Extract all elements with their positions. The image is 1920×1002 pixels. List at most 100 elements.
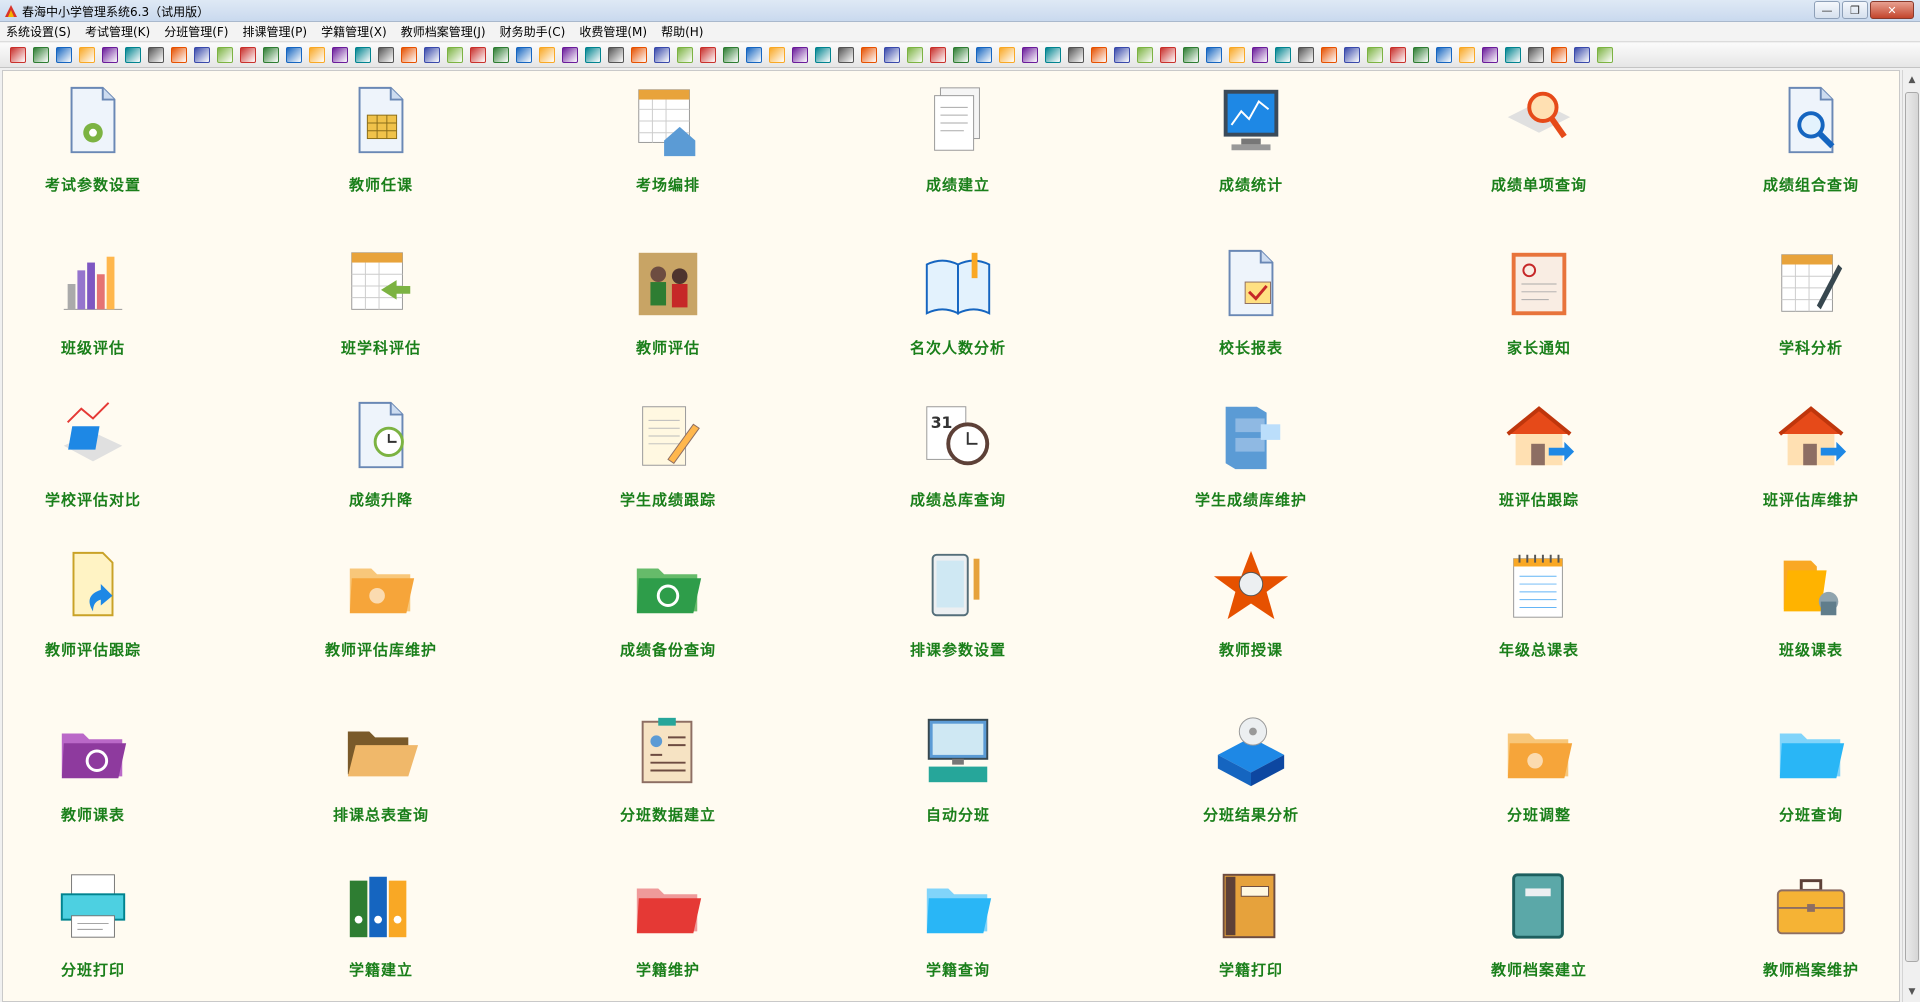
scroll-down-icon[interactable]: ▼ [1905, 984, 1919, 1000]
close-button[interactable]: ✕ [1870, 1, 1914, 19]
scroll-thumb[interactable] [1905, 92, 1919, 962]
toolbar-button-icon[interactable] [562, 47, 578, 63]
tile-red-folder-37[interactable]: 学籍维护 [578, 861, 758, 991]
tile-teachers-photo-9[interactable]: 教师评估 [578, 239, 758, 369]
toolbar-button-icon[interactable] [125, 47, 141, 63]
tile-house-arrow-20[interactable]: 班评估库维护 [1721, 391, 1901, 521]
tile-spiral-notepad-26[interactable]: 年级总课表 [1449, 541, 1629, 671]
menu-help[interactable]: 帮助(H) [661, 23, 703, 40]
menu-teacher-records[interactable]: 教师档案管理(J) [401, 23, 486, 40]
tile-open-book-10[interactable]: 名次人数分析 [868, 239, 1048, 369]
toolbar-button-icon[interactable] [1459, 47, 1475, 63]
toolbar-button-icon[interactable] [631, 47, 647, 63]
tile-printer-35[interactable]: 分班打印 [3, 861, 183, 991]
toolbar-button-icon[interactable] [1114, 47, 1130, 63]
toolbar-button-icon[interactable] [493, 47, 509, 63]
toolbar-button-icon[interactable] [1390, 47, 1406, 63]
tile-tablet-pen-24[interactable]: 排课参数设置 [868, 541, 1048, 671]
toolbar-button-icon[interactable] [585, 47, 601, 63]
tile-cabinet-18[interactable]: 学生成绩库维护 [1161, 391, 1341, 521]
toolbar-button-icon[interactable] [539, 47, 555, 63]
tile-star-portrait-25[interactable]: 教师授课 [1161, 541, 1341, 671]
toolbar-button-icon[interactable] [1091, 47, 1107, 63]
toolbar-button-icon[interactable] [907, 47, 923, 63]
toolbar-button-icon[interactable] [171, 47, 187, 63]
toolbar-button-icon[interactable] [516, 47, 532, 63]
tile-purple-folder-28[interactable]: 教师课表 [3, 706, 183, 836]
toolbar-button-icon[interactable] [286, 47, 302, 63]
toolbar-button-icon[interactable] [355, 47, 371, 63]
tile-magnifier-paper-5[interactable]: 成绩单项查询 [1449, 76, 1629, 206]
toolbar-button-icon[interactable] [56, 47, 72, 63]
vertical-scrollbar[interactable]: ▲ ▼ [1902, 70, 1920, 1002]
tile-calendar-clock-17[interactable]: 31 成绩总库查询 [868, 391, 1048, 521]
toolbar-button-icon[interactable] [102, 47, 118, 63]
menu-fees[interactable]: 收费管理(M) [579, 23, 647, 40]
tile-green-folder-23[interactable]: 成绩备份查询 [578, 541, 758, 671]
tile-open-folder-29[interactable]: 排课总表查询 [291, 706, 471, 836]
tile-computer-31[interactable]: 自动分班 [868, 706, 1048, 836]
toolbar-button-icon[interactable] [700, 47, 716, 63]
toolbar-button-icon[interactable] [723, 47, 739, 63]
toolbar-button-icon[interactable] [33, 47, 49, 63]
tile-document-table-1[interactable]: 教师任课 [291, 76, 471, 206]
tile-toolbox-disc-32[interactable]: 分班结果分析 [1161, 706, 1341, 836]
toolbar-button-icon[interactable] [401, 47, 417, 63]
toolbar-button-icon[interactable] [240, 47, 256, 63]
toolbar-button-icon[interactable] [677, 47, 693, 63]
toolbar-button-icon[interactable] [608, 47, 624, 63]
tile-folder-lock-27[interactable]: 班级课表 [1721, 541, 1901, 671]
toolbar-button-icon[interactable] [1252, 47, 1268, 63]
minimize-button[interactable]: — [1814, 1, 1840, 19]
toolbar-button-icon[interactable] [1137, 47, 1153, 63]
toolbar-button-icon[interactable] [861, 47, 877, 63]
tile-document-stack-3[interactable]: 成绩建立 [868, 76, 1048, 206]
toolbar-button-icon[interactable] [654, 47, 670, 63]
toolbar-button-icon[interactable] [815, 47, 831, 63]
tile-calendar-arrow-8[interactable]: 班学科评估 [291, 239, 471, 369]
toolbar-button-icon[interactable] [1482, 47, 1498, 63]
tile-document-check-11[interactable]: 校长报表 [1161, 239, 1341, 369]
toolbar-button-icon[interactable] [332, 47, 348, 63]
tile-document-clock-15[interactable]: 成绩升降 [291, 391, 471, 521]
toolbar-button-icon[interactable] [79, 47, 95, 63]
tile-blue-folder-38[interactable]: 学籍查询 [868, 861, 1048, 991]
tile-calendar-house-2[interactable]: 考场编排 [578, 76, 758, 206]
tile-document-arrow-21[interactable]: 教师评估跟踪 [3, 541, 183, 671]
tile-binder-39[interactable]: 学籍打印 [1161, 861, 1341, 991]
toolbar-button-icon[interactable] [1183, 47, 1199, 63]
menu-exam[interactable]: 考试管理(K) [85, 23, 150, 40]
tile-clipboard-person-30[interactable]: 分班数据建立 [578, 706, 758, 836]
toolbar-button-icon[interactable] [424, 47, 440, 63]
scroll-up-icon[interactable]: ▲ [1905, 72, 1919, 88]
toolbar-button-icon[interactable] [1344, 47, 1360, 63]
tile-house-arrow-19[interactable]: 班评估跟踪 [1449, 391, 1629, 521]
menu-scheduling[interactable]: 排课管理(P) [243, 23, 308, 40]
toolbar-button-icon[interactable] [1229, 47, 1245, 63]
toolbar-button-icon[interactable] [1298, 47, 1314, 63]
toolbar-button-icon[interactable] [1160, 47, 1176, 63]
tile-briefcase-41[interactable]: 教师档案维护 [1721, 861, 1901, 991]
tile-binders-36[interactable]: 学籍建立 [291, 861, 471, 991]
toolbar-button-icon[interactable] [1413, 47, 1429, 63]
toolbar-button-icon[interactable] [217, 47, 233, 63]
menu-class-division[interactable]: 分班管理(F) [164, 23, 228, 40]
toolbar-button-icon[interactable] [148, 47, 164, 63]
toolbar-button-icon[interactable] [1045, 47, 1061, 63]
toolbar-button-icon[interactable] [884, 47, 900, 63]
toolbar-button-icon[interactable] [999, 47, 1015, 63]
tile-document-settings-0[interactable]: 考试参数设置 [3, 76, 183, 206]
menu-finance[interactable]: 财务助手(C) [500, 23, 566, 40]
toolbar-button-icon[interactable] [1022, 47, 1038, 63]
toolbar-button-icon[interactable] [1574, 47, 1590, 63]
maximize-button[interactable]: ❐ [1842, 1, 1868, 19]
toolbar-button-icon[interactable] [1551, 47, 1567, 63]
tile-orange-folder-33[interactable]: 分班调整 [1449, 706, 1629, 836]
toolbar-button-icon[interactable] [470, 47, 486, 63]
toolbar-button-icon[interactable] [953, 47, 969, 63]
toolbar-button-icon[interactable] [792, 47, 808, 63]
tile-notebook-40[interactable]: 教师档案建立 [1449, 861, 1629, 991]
tile-document-search-6[interactable]: 成绩组合查询 [1721, 76, 1901, 206]
tile-blue-folder-34[interactable]: 分班查询 [1721, 706, 1901, 836]
toolbar-button-icon[interactable] [1367, 47, 1383, 63]
